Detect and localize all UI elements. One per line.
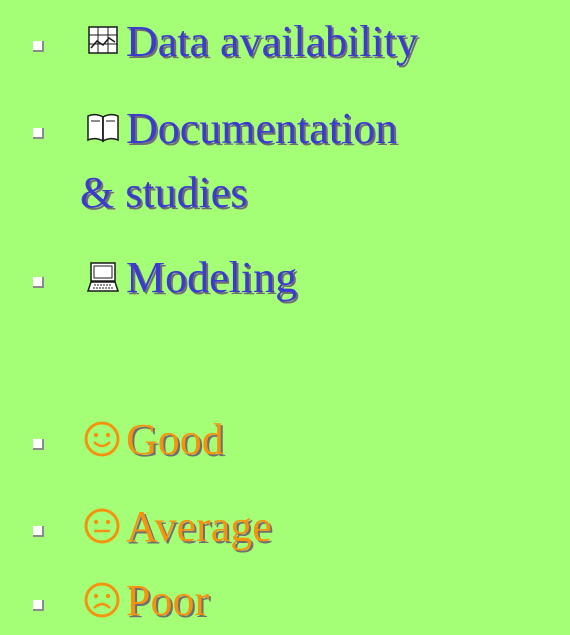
good-label: Good: [126, 415, 224, 464]
smiley-happy-icon: [84, 421, 120, 457]
legend-item-good: Good: [0, 412, 570, 472]
bullet-icon: [33, 600, 44, 611]
legend-item-poor: Poor: [0, 573, 570, 633]
book-icon: [87, 113, 119, 143]
bullet-icon: [33, 41, 44, 52]
average-label: Average: [126, 502, 272, 551]
computer-icon: [86, 262, 120, 292]
data-availability-label: Data availability: [126, 17, 418, 66]
bullet-icon: [33, 277, 44, 288]
bullet-icon: [33, 128, 44, 139]
bullet-icon: [33, 526, 44, 537]
documentation-label-line2: & studies: [80, 168, 248, 217]
poor-label: Poor: [126, 576, 210, 625]
legend-item-documentation: Documentation & studies: [0, 101, 570, 221]
legend-item-data-availability: Data availability: [0, 14, 570, 74]
documentation-label: Documentation: [126, 104, 398, 153]
modeling-label: Modeling: [126, 253, 298, 302]
legend-item-modeling: Modeling: [0, 250, 570, 310]
legend-item-average: Average: [0, 499, 570, 559]
smiley-neutral-icon: [84, 508, 120, 544]
chart-icon: [88, 26, 118, 54]
bullet-icon: [33, 439, 44, 450]
smiley-sad-icon: [84, 582, 120, 618]
